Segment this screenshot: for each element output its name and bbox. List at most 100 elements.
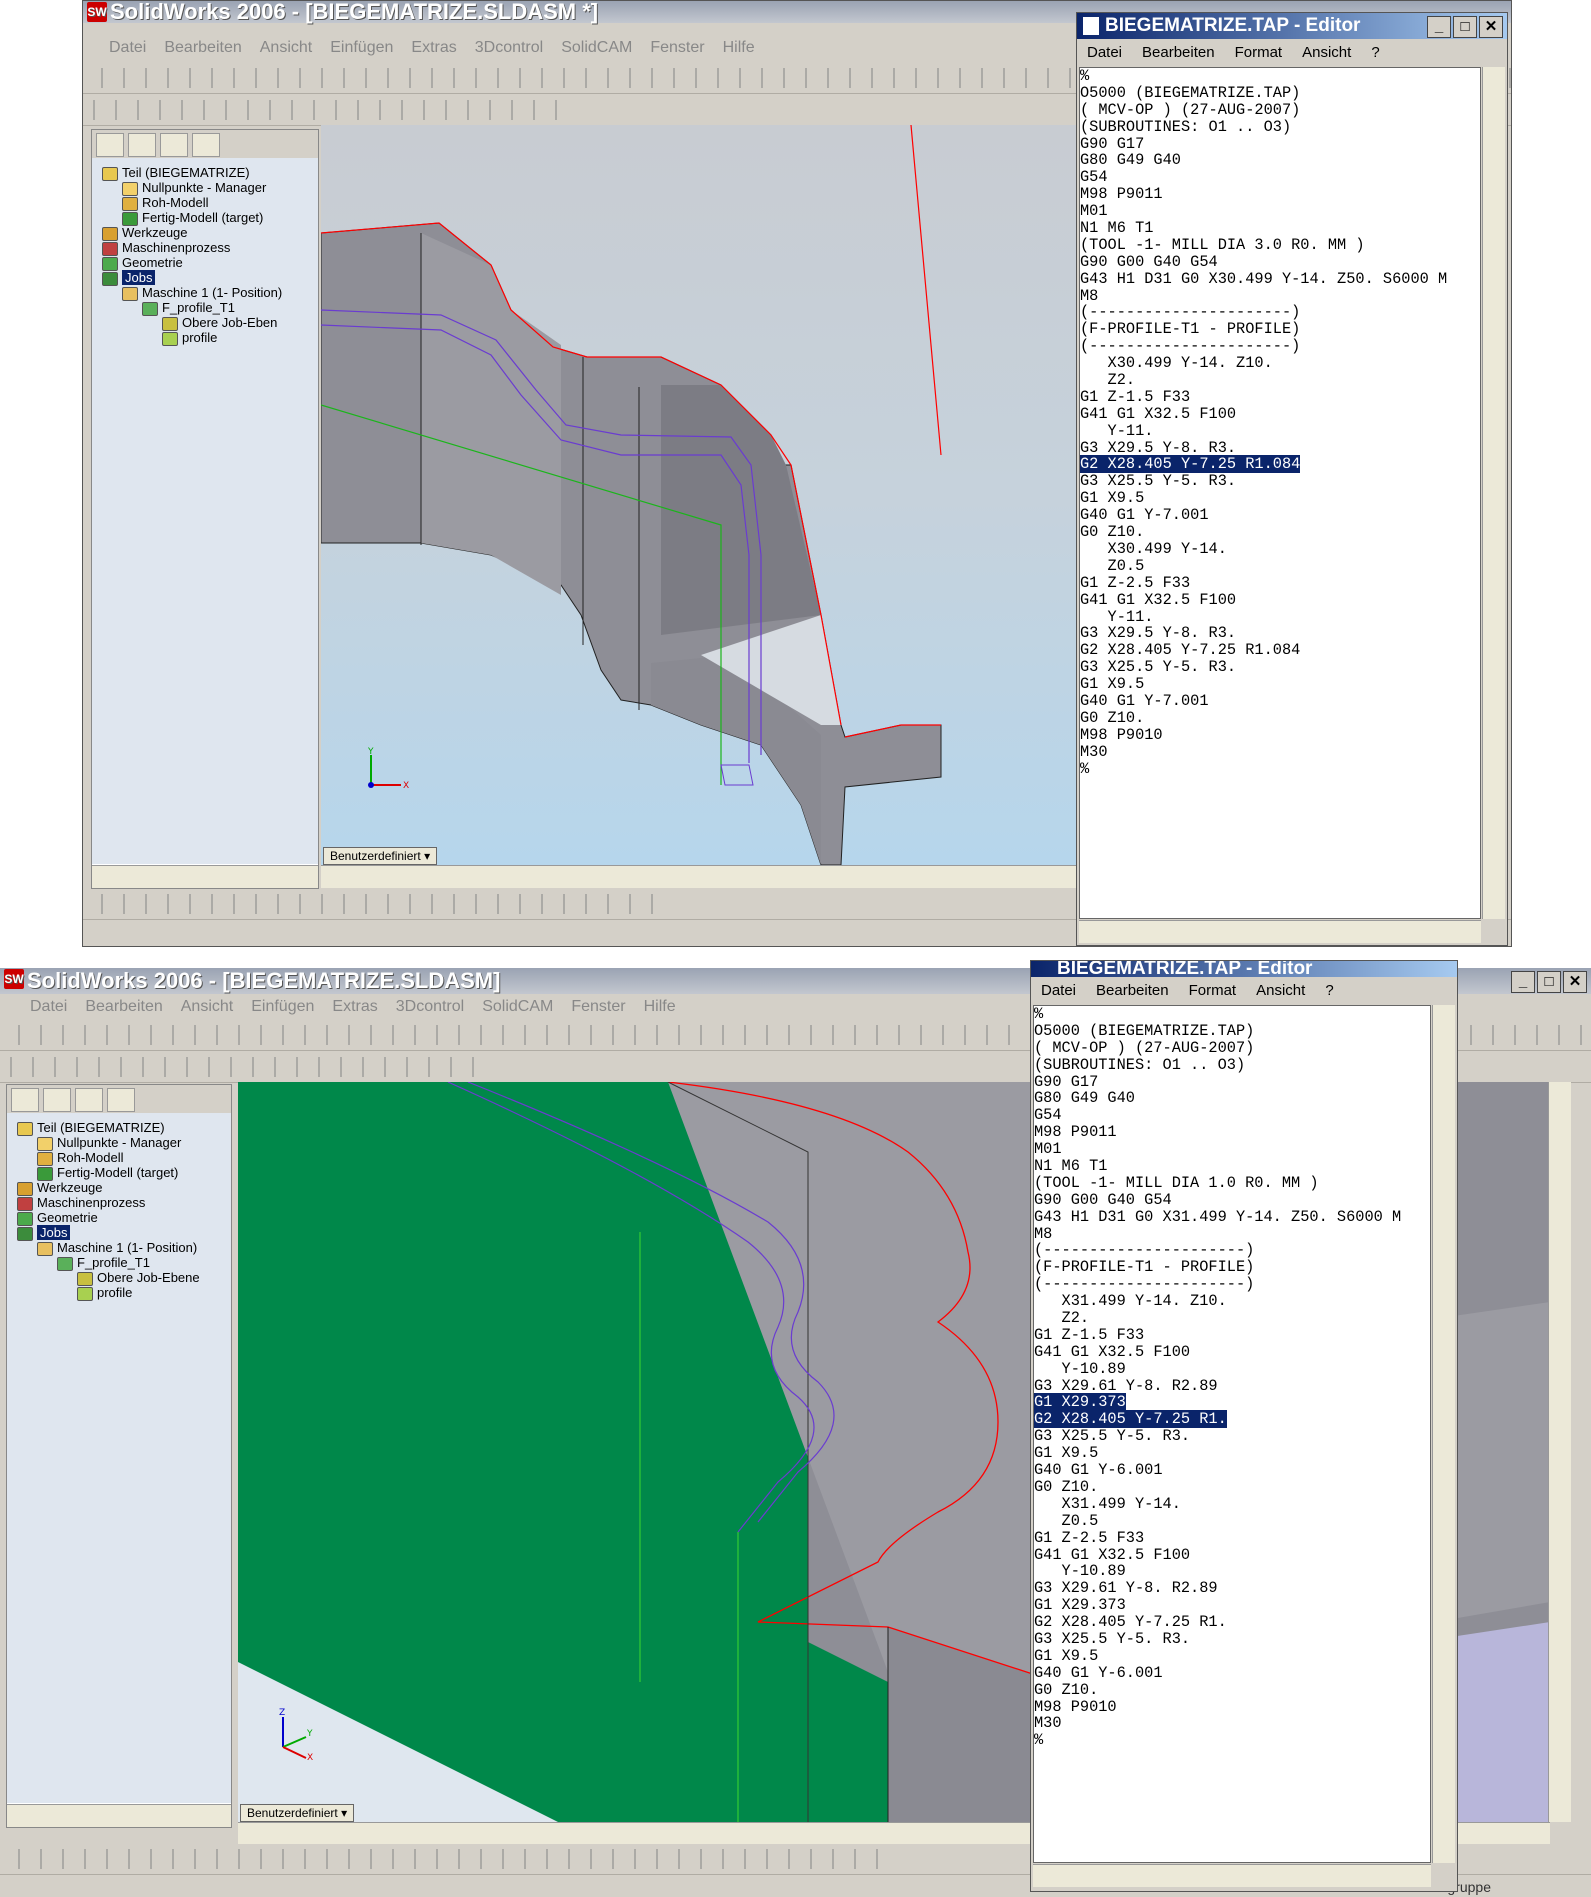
code-line: O5000 (BIEGEMATRIZE.TAP)	[1080, 84, 1480, 102]
code-line: %	[1034, 1732, 1430, 1749]
notepad-icon	[1083, 17, 1099, 35]
code-text: Y-10.89	[1034, 1359, 1126, 1378]
tree-body: Teil (BIEGEMATRIZE) Nullpunkte - Manager R…	[92, 158, 318, 864]
editor-title-bar: BIEGEMATRIZE.TAP - Editor	[1031, 961, 1457, 977]
tab-property-manager[interactable]	[128, 133, 156, 157]
tree-hscrollbar[interactable]	[92, 865, 318, 888]
menu-item-ansicht[interactable]: Ansicht	[181, 998, 233, 1015]
code-text: G3 X29.61 Y-8. R2.89	[1034, 1579, 1218, 1598]
code-line: G43 H1 D31 G0 X30.499 Y-14. Z50. S6000 M	[1080, 270, 1480, 288]
menu-item-ansicht[interactable]: Ansicht	[260, 39, 312, 56]
solidworks-logo-icon: SW	[87, 2, 107, 22]
code-line: G40 G1 Y-7.001	[1080, 507, 1480, 524]
tree-item-label: Obere Job-Ebene	[97, 1270, 200, 1285]
editor-vscrollbar[interactable]	[1432, 1005, 1455, 1863]
axis-triad-icon: YX	[361, 745, 411, 795]
maximize-button[interactable]: □	[1537, 971, 1561, 993]
menu-item-solidcam[interactable]: SolidCAM	[561, 39, 632, 56]
code-line: (TOOL -1- MILL DIA 1.0 R0. MM )	[1034, 1174, 1430, 1192]
tree-item-label: Roh-Modell	[57, 1150, 124, 1165]
editor-menu-item[interactable]: Ansicht	[1302, 44, 1351, 61]
tree-hscrollbar[interactable]	[7, 1804, 231, 1827]
editor-vscrollbar[interactable]	[1482, 67, 1505, 919]
menu-item-einfügen[interactable]: Einfügen	[330, 39, 393, 56]
viewport-hscrollbar[interactable]	[321, 865, 1157, 888]
tree-item[interactable]: profile	[77, 1284, 132, 1301]
tab-config-manager[interactable]	[160, 133, 188, 157]
machine-icon	[122, 286, 138, 301]
code-line: X31.499 Y-14. Z10.	[1034, 1293, 1430, 1310]
editor-menu-item[interactable]: Ansicht	[1256, 982, 1305, 999]
view-mode-dropdown[interactable]: Benutzerdefiniert ▾	[323, 847, 438, 865]
viewport-vscrollbar[interactable]	[1548, 1082, 1571, 1822]
editor-hscrollbar[interactable]	[1033, 1864, 1431, 1887]
editor-menu-item[interactable]: ?	[1371, 44, 1379, 61]
editor-text-area[interactable]: % O5000 (BIEGEMATRIZE.TAP)( MCV-OP ) (27-…	[1079, 67, 1481, 919]
code-text: G90 G00 G40 G54	[1080, 252, 1218, 271]
code-text: (----------------------)	[1034, 1241, 1255, 1260]
code-line: G3 X25.5 Y-5. R3.	[1034, 1631, 1430, 1648]
menu-item-hilfe[interactable]: Hilfe	[723, 39, 755, 56]
editor-text-area[interactable]: % O5000 (BIEGEMATRIZE.TAP)( MCV-OP ) (27-…	[1033, 1005, 1431, 1863]
machine-icon	[37, 1241, 53, 1256]
editor-menu-item[interactable]: Bearbeiten	[1142, 44, 1215, 61]
code-line: G90 G00 G40 G54	[1034, 1191, 1430, 1209]
editor-hscrollbar[interactable]	[1079, 920, 1481, 943]
code-text: Z0.5	[1080, 556, 1145, 575]
toolbar-icons[interactable]	[18, 1849, 891, 1869]
close-button[interactable]: ✕	[1563, 971, 1587, 993]
menu-item-fenster[interactable]: Fenster	[650, 39, 704, 56]
tree-item[interactable]: profile	[162, 329, 217, 346]
toolbar-icons[interactable]	[101, 894, 661, 914]
toolbar-icons[interactable]	[93, 100, 561, 120]
code-text: G40 G1 Y-7.001	[1080, 691, 1209, 710]
editor-menu-item[interactable]: Format	[1235, 44, 1283, 61]
code-text: Z2.	[1034, 1309, 1090, 1328]
menu-item-3dcontrol[interactable]: 3Dcontrol	[396, 998, 464, 1015]
close-button[interactable]: ✕	[1479, 16, 1503, 38]
tab-config-manager[interactable]	[75, 1088, 103, 1112]
window-title: SolidWorks 2006 - [BIEGEMATRIZE.SLDASM]	[27, 968, 501, 993]
menu-item-extras[interactable]: Extras	[411, 39, 456, 56]
view-mode-label: Benutzerdefiniert	[247, 1806, 338, 1820]
menu-item-einfügen[interactable]: Einfügen	[251, 998, 314, 1015]
editor-menu-item[interactable]: Format	[1189, 982, 1237, 999]
menu-item-solidcam[interactable]: SolidCAM	[482, 998, 553, 1015]
menu-item-bearbeiten[interactable]: Bearbeiten	[164, 39, 241, 56]
code-text: G2 X28.405 Y-7.25 R1.084	[1080, 455, 1301, 474]
menu-item-datei[interactable]: Datei	[30, 998, 67, 1015]
editor-menu-item[interactable]: Bearbeiten	[1096, 982, 1169, 999]
code-line: G54	[1080, 169, 1480, 186]
menu-item-hilfe[interactable]: Hilfe	[644, 998, 676, 1015]
editor-menu-item[interactable]: Datei	[1087, 44, 1122, 61]
view-mode-dropdown[interactable]: Benutzerdefiniert ▾	[240, 1804, 355, 1822]
menu-item-fenster[interactable]: Fenster	[571, 998, 625, 1015]
profile-job-icon	[142, 301, 158, 316]
tab-feature-manager[interactable]	[11, 1088, 39, 1112]
editor-menu-item[interactable]: Datei	[1041, 982, 1076, 999]
tab-solidcam-manager[interactable]	[192, 133, 220, 157]
code-line: G2 X28.405 Y-7.25 R1.084	[1080, 455, 1480, 474]
code-text: G41 G1 X32.5 F100	[1034, 1545, 1191, 1564]
maximize-button[interactable]: □	[1453, 16, 1477, 38]
toolbar-icons[interactable]	[10, 1057, 491, 1077]
code-text: (SUBROUTINES: O1 .. O3)	[1034, 1055, 1246, 1074]
menu-item-3dcontrol[interactable]: 3Dcontrol	[475, 39, 543, 56]
code-line: M98 P9011	[1034, 1124, 1430, 1141]
code-line: G43 H1 D31 G0 X31.499 Y-14. Z50. S6000 M	[1034, 1208, 1430, 1226]
code-line: Z2.	[1034, 1310, 1430, 1327]
tab-property-manager[interactable]	[43, 1088, 71, 1112]
code-text: G54	[1080, 168, 1108, 187]
code-text: M8	[1034, 1224, 1053, 1243]
graphics-viewport[interactable]: YX	[321, 125, 1157, 865]
menu-item-bearbeiten[interactable]: Bearbeiten	[85, 998, 162, 1015]
tab-feature-manager[interactable]	[96, 133, 124, 157]
profile-job-icon	[57, 1256, 73, 1271]
menu-item-extras[interactable]: Extras	[332, 998, 377, 1015]
editor-menu-item[interactable]: ?	[1325, 982, 1333, 999]
minimize-button[interactable]: _	[1511, 971, 1535, 993]
tab-solidcam-manager[interactable]	[107, 1088, 135, 1112]
minimize-button[interactable]: _	[1427, 16, 1451, 38]
tree-item-label: Teil (BIEGEMATRIZE)	[122, 165, 250, 180]
menu-item-datei[interactable]: Datei	[109, 39, 146, 56]
